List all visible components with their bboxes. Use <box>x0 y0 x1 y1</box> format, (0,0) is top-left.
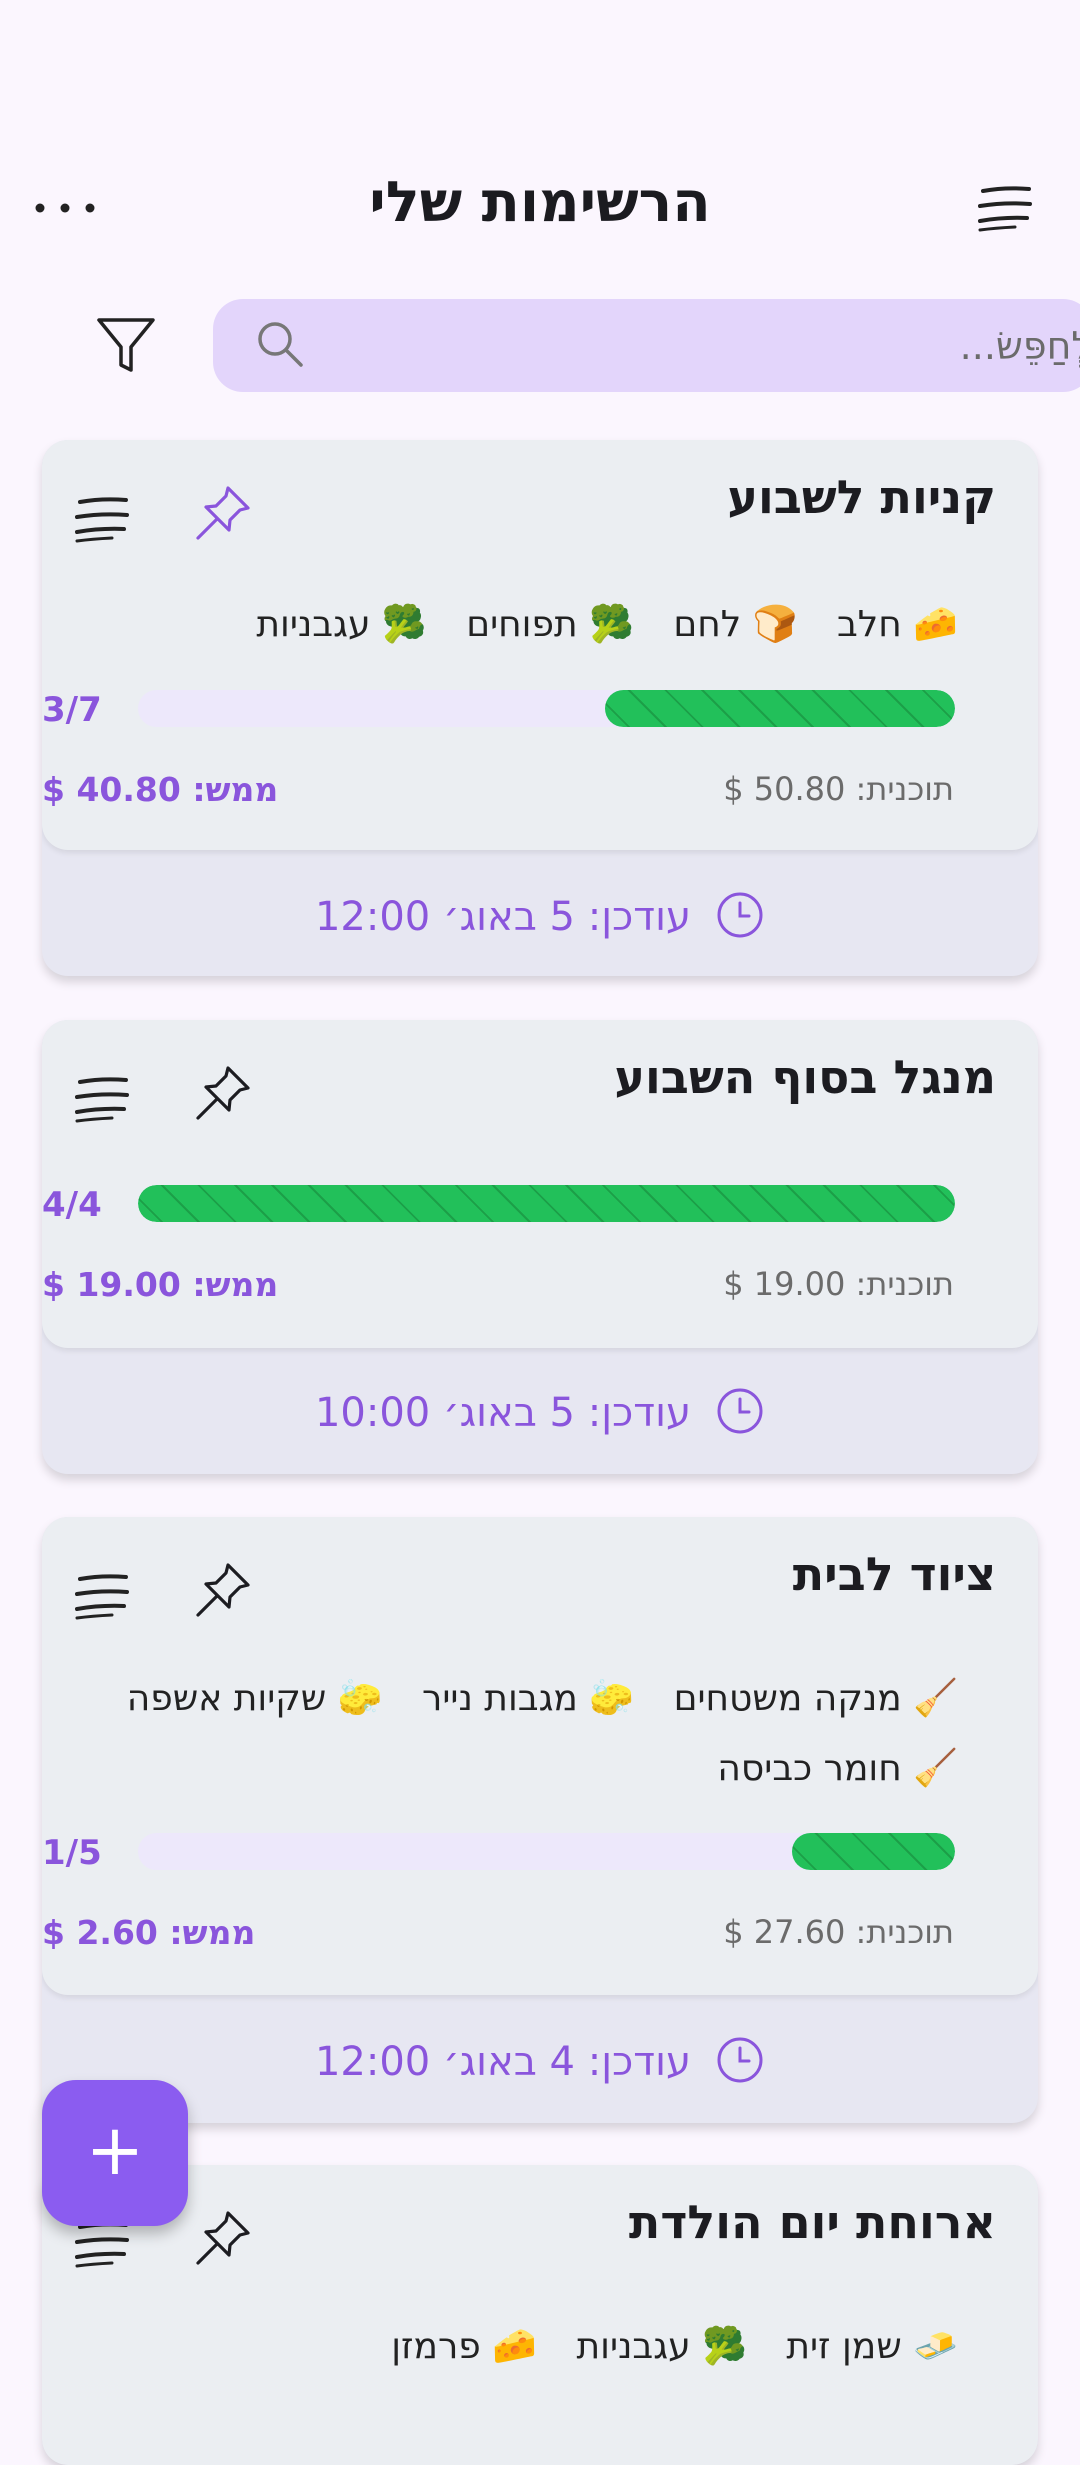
items-count: 1/5 <box>42 1833 102 1873</box>
list-item: 🥦 תפוחים <box>466 604 634 645</box>
progress-fill <box>791 1833 955 1870</box>
list-menu-icon[interactable] <box>72 1075 132 1125</box>
list-card[interactable]: מנגל בסוף השבוע 4/4 תוכנית: 19.00 $ ממש:… <box>42 1020 1038 1474</box>
pin-icon[interactable] <box>192 1557 256 1621</box>
list-menu-icon[interactable] <box>72 1572 132 1622</box>
items-count: 4/4 <box>42 1185 102 1225</box>
clock-icon <box>717 2037 763 2083</box>
pin-icon[interactable] <box>192 2205 256 2269</box>
pin-icon[interactable] <box>192 480 256 544</box>
filter-icon[interactable] <box>95 315 157 377</box>
search-bar <box>213 299 1080 392</box>
last-updated: עודכן: 4 באוג׳ 12:00 <box>42 2035 1038 2085</box>
list-item: 🧀 פרמזן <box>391 2326 538 2367</box>
list-menu-icon[interactable] <box>72 2220 132 2270</box>
list-card[interactable]: קניות לשבוע 🧀 חלב 🍞 לחם 🥦 תפוחים 🥦 עגבני… <box>42 440 1038 976</box>
add-list-button[interactable]: + <box>42 2080 188 2226</box>
actual-amount: ממש: 40.80 $ <box>42 770 279 809</box>
list-menu-icon[interactable] <box>72 495 132 545</box>
list-item: 🥦 עגבניות <box>256 604 427 645</box>
list-title: ארוחת יום הולדת <box>628 2195 996 2249</box>
list-items-preview: 🧹 חומר כביסה <box>689 1747 958 1789</box>
list-item: 🧽 שקיות אשפה <box>126 1678 383 1719</box>
list-card[interactable]: ציוד לבית 🧹 מנקה משטחים 🧽 מגבות נייר 🧽 ש… <box>42 1517 1038 2123</box>
list-title: ציוד לבית <box>792 1547 996 1601</box>
list-items-preview: 🧀 חלב 🍞 לחם 🥦 תפוחים 🥦 עגבניות <box>228 603 958 645</box>
list-item: 🧹 מנקה משטחים <box>673 1678 958 1719</box>
list-item: 🍞 לחם <box>673 604 798 645</box>
list-item: 🧈 שמן זית <box>786 2326 958 2367</box>
list-title: מנגל בסוף השבוע <box>614 1050 996 1104</box>
list-item: 🧹 חומר כביסה <box>717 1748 958 1789</box>
actual-amount: ממש: 2.60 $ <box>42 1913 256 1952</box>
items-count: 3/7 <box>42 690 102 730</box>
search-input[interactable] <box>333 299 1080 392</box>
menu-icon[interactable] <box>975 184 1035 234</box>
page-title: הרשימות שלי <box>369 170 711 235</box>
list-item: 🧽 מגבות נייר <box>422 1678 635 1719</box>
progress-bar <box>138 690 955 727</box>
progress-fill <box>604 690 955 727</box>
planned-amount: תוכנית: 27.60 $ <box>723 1913 954 1951</box>
list-item: 🧀 חלב <box>836 604 958 645</box>
clock-icon <box>717 1388 763 1434</box>
progress-fill <box>138 1185 955 1222</box>
progress-bar <box>138 1185 955 1222</box>
progress-bar <box>138 1833 955 1870</box>
list-items-preview: 🧈 שמן זית 🥦 עגבניות 🧀 פרמזן <box>363 2325 958 2367</box>
clock-icon <box>717 892 763 938</box>
list-title: קניות לשבוע <box>727 470 996 524</box>
last-updated: עודכן: 5 באוג׳ 12:00 <box>42 890 1038 940</box>
actual-amount: ממש: 19.00 $ <box>42 1265 279 1304</box>
planned-amount: תוכנית: 50.80 $ <box>723 770 954 808</box>
pin-icon[interactable] <box>192 1060 256 1124</box>
list-card[interactable]: ארוחת יום הולדת 🧈 שמן זית 🥦 עגבניות 🧀 פר… <box>42 2165 1038 2465</box>
list-item: 🥦 עגבניות <box>576 2326 747 2367</box>
search-icon[interactable] <box>253 317 309 373</box>
last-updated: עודכן: 5 באוג׳ 10:00 <box>42 1386 1038 1436</box>
planned-amount: תוכנית: 19.00 $ <box>723 1265 954 1303</box>
list-items-preview: 🧹 מנקה משטחים 🧽 מגבות נייר 🧽 שקיות אשפה <box>99 1677 958 1719</box>
